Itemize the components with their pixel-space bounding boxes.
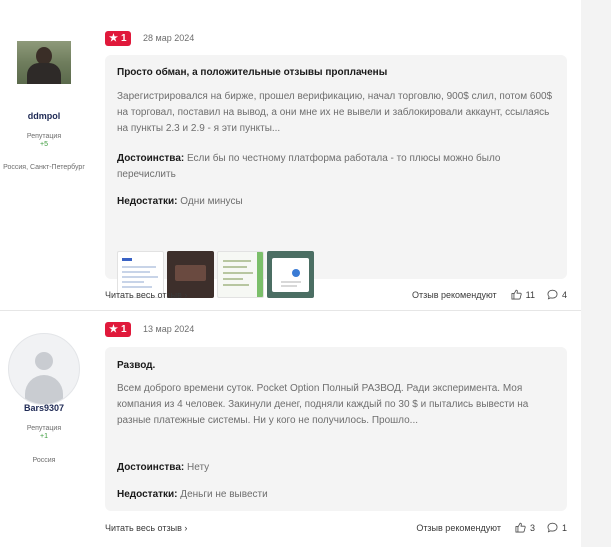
user-location: Россия, Санкт-Петербург: [3, 164, 85, 171]
review-pros: Достоинства: Нету: [117, 460, 557, 476]
review-cons: Недостатки: Одни минусы: [117, 194, 557, 210]
rating-badge: ★ 1: [105, 322, 131, 337]
star-icon: ★: [109, 33, 118, 44]
reputation-label: Репутация: [26, 425, 62, 432]
review-title[interactable]: Развод.: [117, 360, 155, 371]
thumbs-up-icon[interactable]: [515, 522, 526, 533]
pros-label: Достоинства:: [117, 153, 185, 164]
read-full-review-link[interactable]: Читать весь отзыв ›: [105, 290, 187, 300]
user-placeholder-icon: [35, 352, 53, 370]
cons-label: Недостатки:: [117, 196, 178, 207]
avatar[interactable]: [8, 333, 80, 405]
username[interactable]: ddmpol: [0, 111, 88, 121]
pros-text: Нету: [187, 462, 210, 473]
thumbs-up-icon[interactable]: [511, 289, 522, 300]
recommend-label: Отзыв рекомендуют: [416, 522, 501, 533]
photo-thumbnail[interactable]: [217, 251, 264, 298]
comment-icon[interactable]: [547, 289, 558, 300]
review-card: Просто обман, а положительные отзывы про…: [105, 55, 567, 298]
reputation-value: +5: [40, 141, 48, 148]
read-more-label: Читать весь отзыв: [105, 523, 182, 533]
cons-text: Одни минусы: [180, 196, 243, 207]
review-title[interactable]: Просто обман, а положительные отзывы про…: [117, 67, 387, 78]
review-item: ddmpol Репутация +5 Россия, Санкт-Петерб…: [0, 0, 581, 310]
read-full-review-link[interactable]: Читать весь отзыв ›: [105, 523, 187, 533]
review-stats: Отзыв рекомендуют 3 1: [416, 522, 567, 533]
review-card: Развод. Всем доброго времени суток. Pock…: [105, 347, 567, 511]
comments-count: 1: [561, 522, 567, 533]
reputation-label: Репутация: [26, 133, 62, 140]
review-stats: Отзыв рекомендуют 11 4: [412, 289, 567, 300]
review-item: Bars9307 Репутация +1 Россия ★ 1 13 мар …: [0, 311, 581, 547]
read-more-label: Читать весь отзыв: [105, 290, 182, 300]
review-cons: Недостатки: Деньги не вывести: [117, 487, 557, 503]
rating-value: 1: [120, 324, 127, 335]
right-sidebar-strip: [581, 0, 611, 547]
comment-icon[interactable]: [547, 522, 558, 533]
cons-label: Недостатки:: [117, 489, 178, 500]
username[interactable]: Bars9307: [0, 403, 88, 413]
reputation-value: +1: [40, 433, 48, 440]
chevron-right-icon: ›: [184, 523, 188, 533]
avatar[interactable]: [17, 41, 71, 84]
pros-label: Достоинства:: [117, 462, 185, 473]
review-text: Всем доброго времени суток. Pocket Optio…: [117, 383, 529, 426]
cons-text: Деньги не вывести: [180, 489, 268, 500]
comments-count: 4: [561, 289, 567, 300]
review-date: 13 мар 2024: [143, 324, 195, 334]
likes-count: 11: [525, 289, 535, 300]
user-location: Россия: [32, 457, 56, 464]
review-text: Зарегистрировался на бирже, прошел вериф…: [117, 91, 553, 134]
star-icon: ★: [109, 324, 118, 335]
rating-value: 1: [120, 33, 127, 44]
recommend-label: Отзыв рекомендуют: [411, 289, 497, 300]
rating-badge: ★ 1: [105, 31, 131, 46]
chevron-right-icon: ›: [184, 290, 188, 300]
likes-count: 3: [529, 522, 535, 533]
review-date: 28 мар 2024: [143, 33, 195, 43]
photo-thumbnail[interactable]: [267, 251, 314, 298]
review-pros: Достоинства: Если бы по честному платфор…: [117, 151, 557, 183]
